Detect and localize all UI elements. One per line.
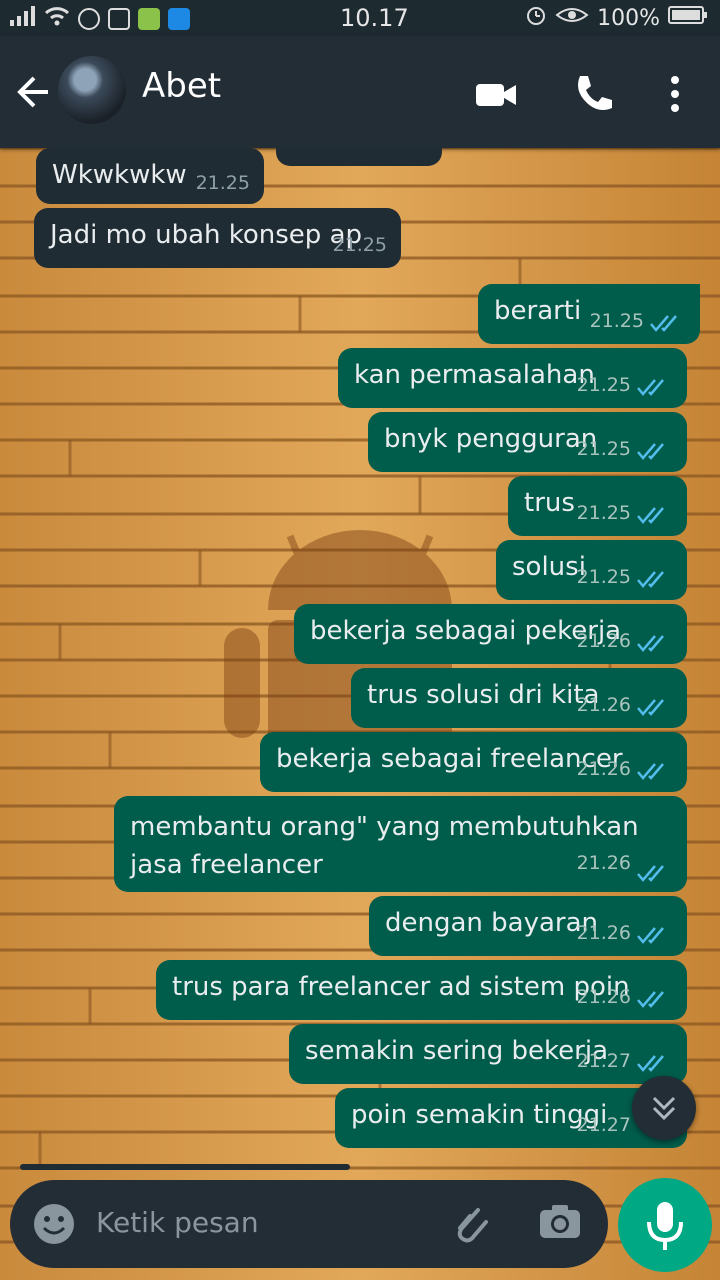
back-arrow-icon[interactable]	[14, 72, 54, 112]
message-bubble-outgoing[interactable]: dengan bayaran 21.26	[369, 896, 687, 956]
read-ticks-icon	[650, 315, 677, 332]
message-time: 21.27	[576, 1114, 631, 1136]
eye-icon	[555, 4, 589, 32]
contact-name[interactable]: Abet	[142, 66, 221, 106]
message-text: poin semakin tinggi	[351, 1100, 608, 1130]
message-text: dengan bayaran	[385, 908, 599, 938]
attach-icon[interactable]	[448, 1200, 494, 1250]
read-ticks-icon	[637, 763, 664, 780]
message-bubble-outgoing[interactable]: semakin sering bekerja 21.27	[289, 1024, 687, 1084]
message-time: 21.26	[576, 630, 631, 652]
battery-icon	[668, 4, 708, 32]
message-time: 21.25	[576, 374, 631, 396]
whatsapp-notification-icon	[78, 8, 100, 30]
message-text: bekerja sebagai freelancer	[276, 744, 623, 774]
message-time: 21.25	[195, 172, 250, 194]
read-ticks-icon	[637, 507, 664, 524]
message-time: 21.25	[589, 310, 644, 332]
read-ticks-icon	[637, 1055, 664, 1072]
message-text: berarti	[494, 296, 582, 326]
read-ticks-icon	[637, 571, 664, 588]
clock: 10.17	[340, 4, 409, 32]
message-bubble-outgoing[interactable]: trus para freelancer ad sistem poin 21.2…	[156, 960, 687, 1020]
double-chevron-down-icon	[652, 1096, 676, 1121]
camera-icon[interactable]	[538, 1202, 582, 1246]
message-text: Wkwkwkw	[52, 160, 187, 190]
wifi-icon	[44, 6, 70, 32]
status-bar: 10.17 100%	[0, 0, 720, 36]
message-time: 21.26	[576, 694, 631, 716]
message-bubble-outgoing[interactable]: bekerja sebagai freelancer 21.26	[260, 732, 687, 792]
message-text: kan permasalahan	[354, 360, 595, 390]
phone-icon[interactable]	[572, 72, 616, 116]
signal-icon	[10, 6, 36, 32]
read-ticks-icon	[637, 865, 664, 882]
message-composer[interactable]: Ketik pesan	[10, 1180, 608, 1268]
message-time: 21.26	[576, 922, 631, 944]
mic-button[interactable]	[618, 1178, 712, 1272]
app-notification-icon	[168, 8, 190, 30]
message-time: 21.27	[576, 1050, 631, 1072]
message-text: trus para freelancer ad sistem poin	[172, 972, 630, 1002]
message-text: membantu orang" yang membutuhkan jasa fr…	[130, 812, 639, 880]
emoji-icon[interactable]	[32, 1202, 76, 1250]
android-notification-icon	[138, 8, 160, 30]
typing-indicator-bar	[20, 1164, 350, 1170]
read-ticks-icon	[637, 699, 664, 716]
message-bubble-incoming[interactable]: Wkwkwkw 21.25	[36, 148, 264, 204]
message-bubble-outgoing[interactable]: bnyk pengguran 21.25	[368, 412, 687, 472]
more-vert-icon[interactable]	[660, 72, 690, 116]
message-input[interactable]: Ketik pesan	[96, 1206, 259, 1239]
message-bubble-outgoing[interactable]: solusi 21.25	[496, 540, 687, 600]
message-bubble-outgoing[interactable]: trus solusi dri kita 21.26	[351, 668, 687, 728]
read-ticks-icon	[637, 991, 664, 1008]
read-ticks-icon	[637, 379, 664, 396]
message-text: bnyk pengguran	[384, 424, 598, 454]
alarm-icon	[525, 4, 547, 32]
chat-header: Abet	[0, 36, 720, 148]
video-call-icon[interactable]	[474, 72, 518, 116]
avatar[interactable]	[58, 56, 126, 124]
message-text: solusi	[512, 552, 586, 582]
mic-icon	[647, 1202, 683, 1250]
message-time: 21.26	[576, 852, 631, 874]
message-text: bekerja sebagai pekerja	[310, 616, 622, 646]
message-bubble-outgoing[interactable]: bekerja sebagai pekerja 21.26	[294, 604, 687, 664]
message-time: 21.25	[332, 234, 387, 256]
message-text: trus	[524, 488, 575, 518]
message-time: 21.26	[576, 758, 631, 780]
message-time: 21.25	[576, 438, 631, 460]
message-bubble-incoming[interactable]: Jadi mo ubah konsep ap 21.25	[34, 208, 401, 268]
read-ticks-icon	[637, 443, 664, 460]
message-time: 21.25	[576, 502, 631, 524]
read-ticks-icon	[637, 635, 664, 652]
read-ticks-icon	[637, 927, 664, 944]
message-time: 21.25	[576, 566, 631, 588]
message-bubble-outgoing[interactable]: trus 21.25	[508, 476, 687, 536]
scroll-to-bottom-button[interactable]	[632, 1076, 696, 1140]
message-text: Jadi mo ubah konsep ap	[50, 220, 363, 250]
message-list[interactable]: Wkwkwkw 21.25 Jadi mo ubah konsep ap 21.…	[0, 148, 720, 1178]
message-bubble-outgoing[interactable]: kan permasalahan 21.25	[338, 348, 687, 408]
message-text: semakin sering bekerja	[305, 1036, 608, 1066]
message-bubble-outgoing[interactable]: berarti 21.25	[478, 284, 700, 344]
message-text: trus solusi dri kita	[367, 680, 600, 710]
message-time: 21.26	[576, 986, 631, 1008]
message-bubble-outgoing[interactable]: membantu orang" yang membutuhkan jasa fr…	[114, 796, 687, 892]
message-bubble-partial	[276, 148, 442, 166]
instagram-notification-icon	[108, 8, 130, 30]
battery-percent: 100%	[597, 5, 660, 31]
